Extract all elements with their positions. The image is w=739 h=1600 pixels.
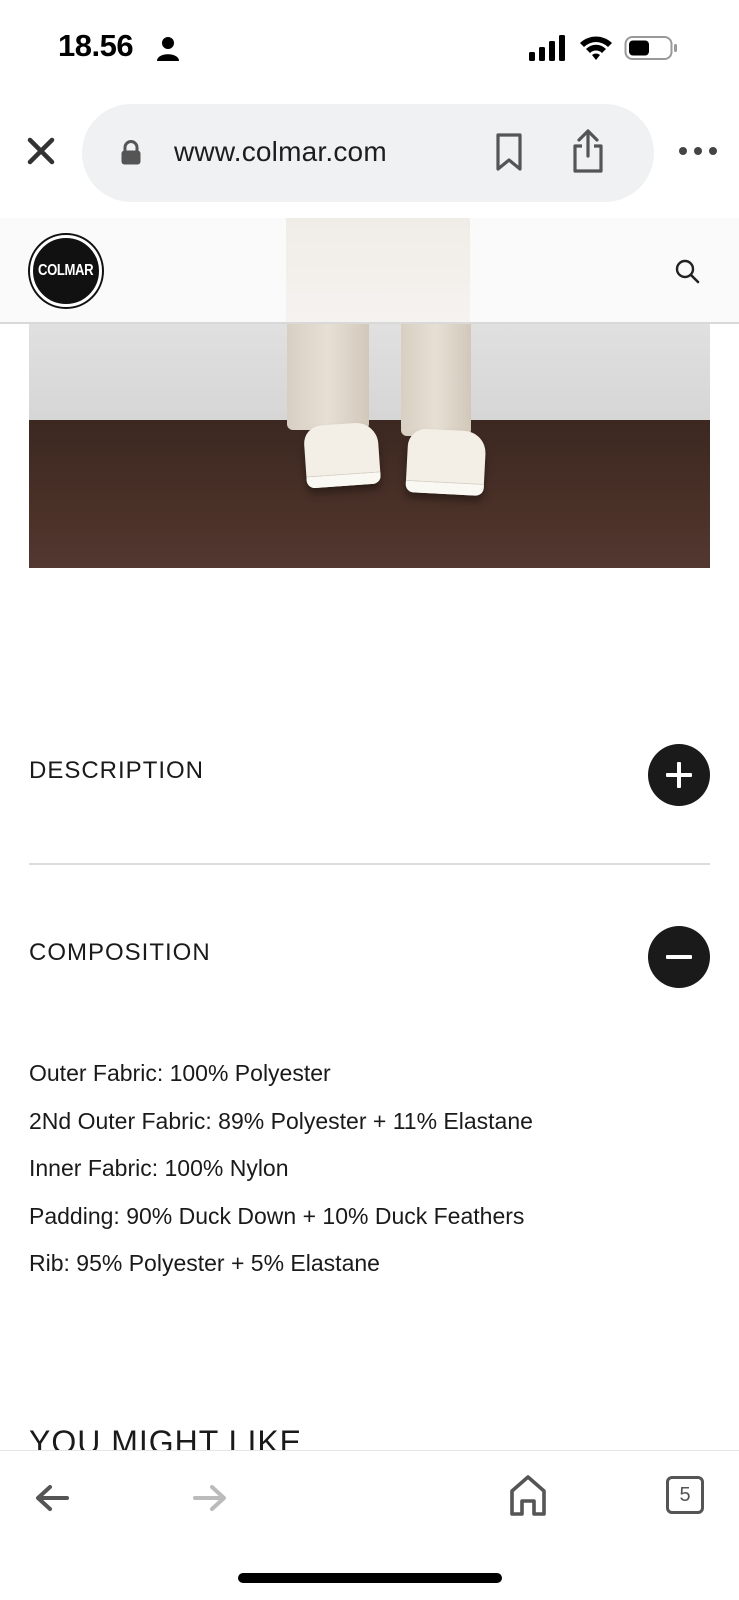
browser-toolbar: 5 bbox=[0, 1450, 739, 1600]
wifi-icon bbox=[580, 36, 612, 60]
status-time: 18.56 bbox=[58, 28, 134, 63]
composition-item: Rib: 95% Polyester + 5% Elastane bbox=[29, 1250, 380, 1276]
cellular-signal-icon bbox=[529, 35, 565, 61]
composition-item: Outer Fabric: 100% Polyester bbox=[29, 1060, 331, 1086]
back-arrow-icon[interactable] bbox=[34, 1483, 70, 1513]
site-header: COLMAR bbox=[0, 218, 739, 324]
sneaker-right bbox=[405, 428, 487, 496]
colmar-logo[interactable]: COLMAR bbox=[30, 235, 102, 307]
person-icon bbox=[157, 37, 179, 61]
search-icon[interactable] bbox=[674, 258, 700, 284]
status-bar: 18.56 bbox=[0, 0, 739, 100]
trouser-leg-left bbox=[287, 324, 369, 430]
close-button[interactable] bbox=[22, 132, 60, 170]
composition-title[interactable]: COMPOSITION bbox=[29, 939, 211, 967]
description-title[interactable]: DESCRIPTION bbox=[29, 757, 204, 785]
logo-text: COLMAR bbox=[38, 262, 94, 279]
description-accordion[interactable]: DESCRIPTION bbox=[29, 740, 710, 820]
url-bar[interactable]: www.colmar.com bbox=[82, 104, 654, 202]
expand-description-button[interactable] bbox=[648, 744, 710, 806]
home-icon[interactable] bbox=[508, 1473, 548, 1517]
bookmark-icon[interactable] bbox=[494, 132, 524, 172]
tabs-button[interactable]: 5 bbox=[666, 1476, 704, 1514]
sneaker-left bbox=[302, 421, 382, 489]
battery-icon bbox=[624, 36, 677, 60]
share-icon[interactable] bbox=[570, 128, 606, 174]
composition-item: Padding: 90% Duck Down + 10% Duck Feathe… bbox=[29, 1202, 525, 1229]
forward-arrow-icon[interactable] bbox=[192, 1483, 228, 1513]
header-photo-fade bbox=[286, 218, 470, 322]
product-image bbox=[29, 324, 710, 568]
minus-icon bbox=[666, 955, 692, 959]
tab-count: 5 bbox=[679, 1483, 691, 1506]
wall-backdrop bbox=[29, 324, 710, 420]
lock-icon bbox=[121, 140, 141, 165]
collapse-composition-button[interactable] bbox=[648, 926, 710, 988]
composition-list: Outer Fabric: 100% Polyester 2Nd Outer F… bbox=[29, 1050, 710, 1288]
url-text[interactable]: www.colmar.com bbox=[174, 136, 387, 168]
composition-accordion[interactable]: COMPOSITION bbox=[29, 922, 710, 1002]
trouser-leg-right bbox=[401, 324, 471, 436]
home-indicator[interactable] bbox=[238, 1573, 502, 1583]
more-icon[interactable] bbox=[676, 138, 720, 164]
composition-item: 2Nd Outer Fabric: 89% Polyester + 11% El… bbox=[29, 1107, 533, 1134]
close-icon bbox=[27, 137, 55, 165]
accordion-divider bbox=[29, 863, 710, 865]
composition-item: Inner Fabric: 100% Nylon bbox=[29, 1155, 289, 1181]
